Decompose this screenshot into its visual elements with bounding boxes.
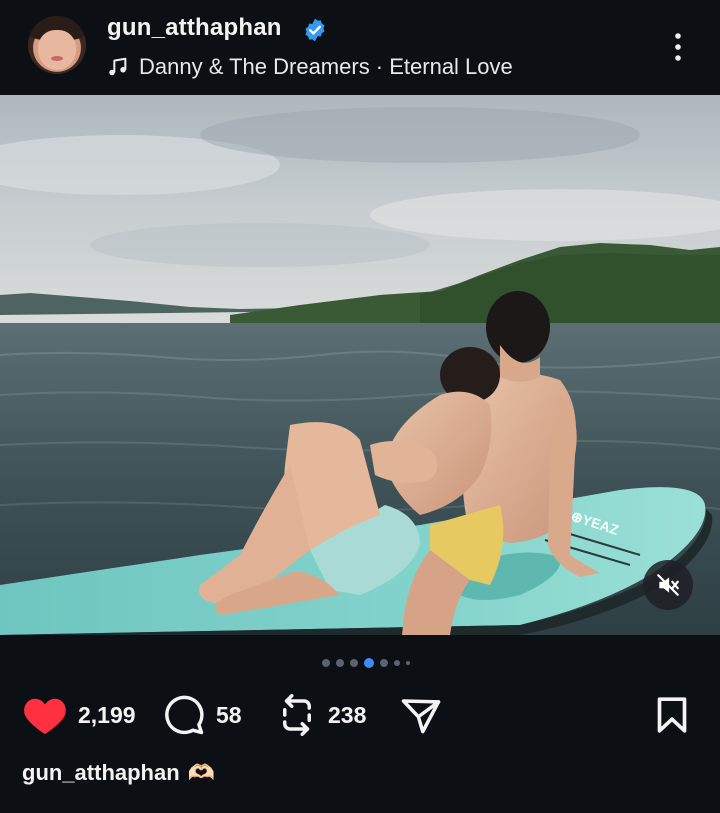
- music-label: Danny & The Dreamers · Eternal Love: [139, 54, 513, 79]
- comment-count: 58: [216, 701, 242, 728]
- post-screen: gun_atthaphan Danny & The Dreamers · Ete…: [0, 0, 720, 813]
- repost-icon[interactable]: [276, 694, 318, 736]
- carousel-dot: [350, 659, 358, 667]
- save-action[interactable]: [652, 690, 692, 740]
- carousel-indicator: [322, 657, 410, 669]
- like-count: 2,199: [78, 701, 136, 728]
- carousel-dot-active: [364, 658, 374, 668]
- username[interactable]: gun_atthaphan: [107, 14, 282, 42]
- speaker-muted-icon: [657, 574, 679, 596]
- music-row[interactable]: Danny & The Dreamers · Eternal Love: [107, 53, 513, 81]
- heart-filled-icon[interactable]: [22, 694, 68, 736]
- action-bar: 2,199 58 238: [0, 690, 720, 745]
- music-note-icon: [109, 57, 127, 76]
- photo-scene: ⊕YEAZ: [0, 95, 720, 635]
- carousel-dot: [394, 660, 400, 666]
- comment-bubble-icon[interactable]: [162, 694, 206, 736]
- carousel-dot: [406, 661, 410, 665]
- more-vertical-icon[interactable]: [666, 30, 690, 64]
- post-header: gun_atthaphan Danny & The Dreamers · Ete…: [0, 0, 720, 95]
- post-photo[interactable]: ⊕YEAZ: [0, 95, 720, 635]
- like-action[interactable]: 2,199: [22, 690, 136, 740]
- mute-button[interactable]: [643, 560, 693, 610]
- carousel-dot: [322, 659, 330, 667]
- caption: gun_atthaphan 🫶🏻: [22, 760, 215, 786]
- comment-action[interactable]: 58: [162, 690, 242, 740]
- share-action[interactable]: [398, 690, 444, 740]
- send-icon[interactable]: [398, 694, 444, 736]
- carousel-dot: [336, 659, 344, 667]
- caption-username[interactable]: gun_atthaphan: [22, 760, 180, 786]
- caption-emoji: 🫶🏻: [187, 760, 216, 785]
- carousel-dot: [380, 659, 388, 667]
- verified-badge-icon: [305, 18, 325, 42]
- repost-action[interactable]: 238: [276, 690, 366, 740]
- bookmark-icon[interactable]: [652, 694, 692, 736]
- repost-count: 238: [328, 701, 367, 728]
- avatar[interactable]: [28, 16, 86, 74]
